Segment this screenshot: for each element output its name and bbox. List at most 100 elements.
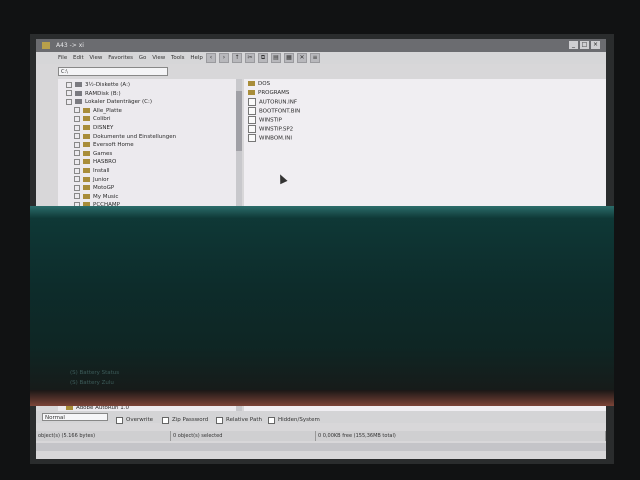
mode-select[interactable]: Normal (42, 413, 108, 421)
relative-path-checkbox[interactable]: Relative Path (216, 414, 262, 426)
monitor-bezel: A43 -> xi _ □ × File Edit View Favorites… (0, 0, 640, 480)
cut-icon[interactable]: ✂ (245, 53, 255, 63)
back-icon[interactable]: ‹ (206, 53, 216, 63)
file-icon (248, 125, 256, 133)
menu-file[interactable]: File (58, 52, 67, 64)
up-icon[interactable]: ↑ (232, 53, 242, 63)
tree-item[interactable]: DISNEY (74, 124, 113, 132)
tree-item-label: Junior (93, 176, 109, 183)
tree-item-label: My Music (93, 193, 119, 200)
expand-icon[interactable] (74, 124, 80, 131)
expand-icon[interactable] (74, 141, 80, 148)
file-item-label: PROGRAMS (258, 90, 290, 96)
file-item[interactable]: DOS (248, 80, 270, 89)
file-item-label: WINSTIP (259, 117, 282, 124)
file-item[interactable]: PROGRAMS (248, 89, 289, 98)
folder-icon (83, 107, 90, 113)
band-bottom-glow (30, 390, 614, 406)
relative-path-box[interactable] (216, 416, 223, 424)
expand-icon[interactable] (74, 150, 80, 157)
file-item[interactable]: WINSTIP.SP2 (248, 125, 293, 134)
menu-go[interactable]: Go (139, 52, 147, 64)
file-item[interactable]: WINSTIP (248, 116, 282, 125)
tree-scroll-thumb[interactable] (236, 91, 242, 151)
close-icon[interactable]: × (591, 41, 600, 49)
tree-item[interactable]: Colibri (74, 115, 111, 123)
tree-item[interactable]: Alle_Platte (74, 107, 122, 115)
minimize-icon[interactable]: _ (569, 41, 578, 49)
expand-icon[interactable] (66, 81, 72, 88)
expand-icon[interactable] (74, 167, 80, 174)
tree-item-label: RAMDisk (B:) (85, 90, 121, 97)
hidden-system-box[interactable] (268, 416, 275, 424)
address-field[interactable]: C:\ (58, 67, 168, 76)
properties-icon[interactable]: ≡ (310, 53, 320, 63)
menu-favorites[interactable]: Favorites (108, 52, 133, 64)
folder-icon (83, 133, 90, 139)
ghost-item: (S) Battery Zulu (70, 380, 114, 386)
status-selected: 0 object(s) selected (171, 431, 316, 441)
window-buttons: _ □ × (569, 41, 600, 49)
drive-icon (75, 90, 82, 96)
tree-item[interactable]: MotoGP (74, 184, 114, 192)
tree-item[interactable]: Eversoft Home (74, 141, 134, 149)
expand-icon[interactable] (74, 158, 80, 165)
overwrite-box[interactable] (116, 416, 123, 424)
title-bar: A43 -> xi _ □ × (36, 39, 606, 52)
expand-icon[interactable] (74, 176, 80, 183)
forward-icon[interactable]: › (219, 53, 229, 63)
tree-item[interactable]: Lokaler Datenträger (C:) (66, 98, 152, 106)
tree-item-label: Install (93, 168, 110, 174)
folder-icon (83, 142, 90, 148)
hidden-system-label: Hidden/System (278, 417, 320, 423)
file-icon (248, 134, 256, 142)
overwrite-checkbox[interactable]: Overwrite (116, 414, 153, 426)
file-item-label: WINSTIP.SP2 (259, 126, 294, 133)
expand-icon[interactable] (74, 133, 80, 140)
menu-edit[interactable]: Edit (73, 52, 84, 64)
tree-item[interactable]: 3½-Diskette (A:) (66, 81, 130, 89)
folder-icon (83, 159, 90, 165)
zip-password-box[interactable] (162, 416, 169, 424)
file-item-label: WINBOM.INI (259, 135, 293, 142)
tree-item[interactable]: Dokumente und Einstellungen (74, 133, 176, 141)
hidden-system-checkbox[interactable]: Hidden/System (268, 414, 320, 426)
tree-item-label: Alle_Platte (93, 107, 122, 114)
app-icon (42, 42, 50, 49)
delete-icon[interactable]: ✕ (297, 53, 307, 63)
status-objects: object(s) (5.166 bytes) (36, 431, 171, 441)
menu-view[interactable]: View (89, 52, 102, 64)
expand-icon[interactable] (66, 98, 72, 105)
tree-item[interactable]: RAMDisk (B:) (66, 90, 121, 98)
file-icon (248, 116, 256, 124)
copy-icon[interactable]: ⧉ (258, 53, 268, 63)
expand-icon[interactable] (74, 107, 80, 114)
zip-password-checkbox[interactable]: Zip Password (162, 414, 208, 426)
tree-item-label: Colibri (93, 116, 111, 123)
file-item[interactable]: WINBOM.INI (248, 134, 292, 143)
menu-help[interactable]: Help (190, 52, 203, 64)
folder-icon (83, 125, 90, 130)
file-item[interactable]: AUTORUN.INF (248, 98, 297, 107)
file-icon (248, 107, 256, 115)
maximize-icon[interactable]: □ (580, 41, 589, 49)
tree-item[interactable]: Install (74, 167, 110, 175)
expand-icon[interactable] (66, 90, 72, 97)
tree-item-label: Dokumente und Einstellungen (93, 133, 177, 140)
clipboard-icon[interactable]: ▦ (284, 53, 294, 63)
expand-icon[interactable] (74, 115, 80, 122)
menu-tools[interactable]: Tools (171, 52, 185, 64)
folder-icon (83, 176, 90, 182)
expand-icon[interactable] (74, 193, 80, 200)
tree-item[interactable]: Games (74, 150, 112, 158)
folder-icon (83, 116, 90, 122)
tree-item[interactable]: Junior (74, 176, 109, 184)
paste-icon[interactable]: ▤ (271, 53, 281, 63)
tree-item-label: DISNEY (93, 125, 114, 131)
expand-icon[interactable] (74, 184, 80, 191)
menu-view-2[interactable]: View (152, 52, 165, 64)
tree-item[interactable]: HASBRO (74, 158, 116, 166)
tree-item[interactable]: My Music (74, 193, 118, 201)
file-item[interactable]: BOOTFONT.BIN (248, 107, 300, 116)
horizontal-scrollbar[interactable] (36, 443, 606, 451)
